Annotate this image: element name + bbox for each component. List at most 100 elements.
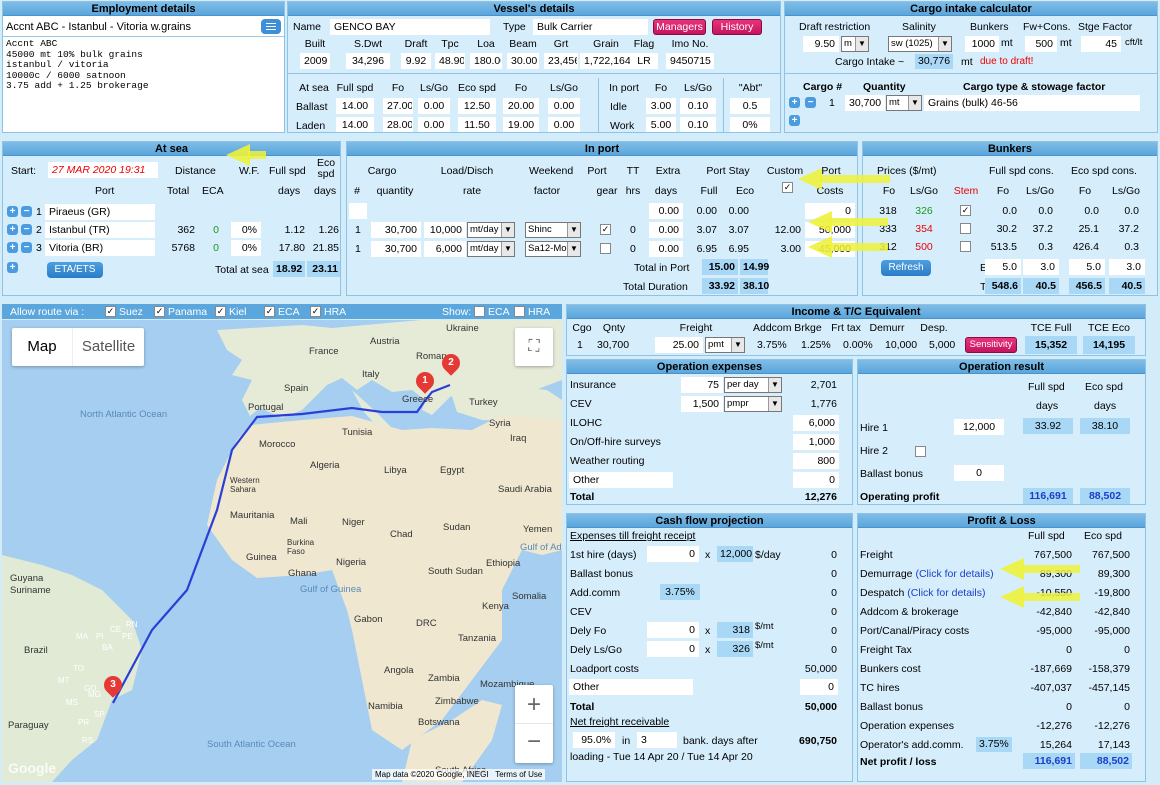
port-input[interactable]: Istanbul (TR) [45, 222, 155, 238]
add-row-icon[interactable]: + [7, 242, 18, 253]
satellite-button[interactable]: Satellite [72, 328, 144, 366]
route-marker-3[interactable]: 3 [100, 672, 126, 698]
cash-other-label[interactable]: Other [569, 679, 693, 695]
opex-total-input[interactable]: 0 [793, 472, 839, 488]
terms-link[interactable]: Terms of Use [495, 770, 542, 779]
speed-value[interactable]: 0.00 [418, 117, 450, 132]
port-cons-value[interactable]: 3.00 [646, 98, 676, 114]
hire2-checkbox[interactable] [915, 446, 926, 457]
stge-input[interactable]: 45 [1081, 36, 1121, 52]
vessel-spec-value[interactable]: 9.92 [401, 53, 431, 69]
details-link[interactable]: (Click for details) [915, 568, 993, 580]
ballast-bonus-input[interactable]: 0 [954, 465, 1004, 481]
demurr-value[interactable]: 10,000 [885, 338, 917, 352]
lsgo-price[interactable]: 354 [911, 222, 937, 236]
vessel-spec-value[interactable]: 48.90 [435, 53, 465, 69]
show-option-checkbox[interactable] [474, 306, 485, 317]
speed-value[interactable]: 20.00 [503, 98, 539, 114]
custom-checkbox[interactable]: ✓ [782, 182, 793, 193]
vessel-spec-value[interactable]: 30.00 [507, 53, 539, 69]
fw-input[interactable]: 500 [1025, 36, 1057, 52]
hire1-input[interactable]: 12,000 [954, 419, 1004, 435]
route-option-checkbox[interactable]: ✓ [154, 306, 165, 317]
opex-other-label[interactable]: Other [569, 472, 673, 488]
stem-checkbox[interactable] [960, 223, 971, 234]
rate-unit-select[interactable]: mt/day ▼ [467, 222, 515, 238]
show-option-checkbox[interactable] [514, 306, 525, 317]
cargo-qty[interactable]: 30,700 [371, 222, 421, 238]
route-option-checkbox[interactable]: ✓ [215, 306, 226, 317]
extra-cons-input[interactable]: 3.0 [1109, 259, 1145, 275]
rate-input[interactable]: 10,000 [424, 222, 466, 238]
opex-unit-select[interactable]: pmpr ▼ [724, 396, 782, 412]
speed-value[interactable]: 19.00 [503, 117, 539, 132]
net-freight-pct[interactable]: 95.0% [573, 732, 615, 748]
zoom-in-icon[interactable]: + [515, 685, 553, 724]
vessel-type[interactable]: Bulk Carrier [533, 19, 648, 35]
rate-unit-select[interactable]: mt/day ▼ [467, 241, 515, 257]
add-cargo-row-icon[interactable]: + [789, 115, 800, 126]
bank-days-input[interactable]: 3 [637, 732, 677, 748]
freight-unit-select[interactable]: pmt ▼ [705, 337, 745, 353]
dely-lsgo-qty[interactable]: 0 [647, 641, 699, 657]
add-cargo-icon[interactable]: + [789, 97, 800, 108]
stem-checkbox[interactable]: ✓ [960, 205, 971, 216]
refresh-button[interactable]: Refresh [881, 260, 931, 276]
vessel-spec-value[interactable]: 9450715 [666, 53, 714, 69]
freight-input[interactable]: 25.00 [655, 337, 703, 353]
add-port-icon[interactable]: + [7, 262, 18, 273]
brkge-value[interactable]: 1.25% [801, 338, 831, 352]
lsgo-price[interactable]: 500 [911, 240, 937, 254]
draft-unit-select[interactable]: m ▼ [841, 36, 869, 52]
opex-unit-select[interactable]: per day ▼ [724, 377, 782, 393]
history-button[interactable]: History [712, 19, 762, 35]
opex-value-input[interactable]: 1,500 [681, 396, 723, 412]
lsgo-price[interactable]: 326 [911, 204, 937, 218]
wf-input[interactable]: 0% [231, 240, 261, 256]
speed-value[interactable]: 14.00 [336, 98, 374, 114]
addcom-value[interactable]: 3.75% [757, 338, 787, 352]
add-row-icon[interactable]: + [7, 206, 18, 217]
stem-checkbox[interactable] [960, 241, 971, 252]
extra-days[interactable]: 0.00 [649, 222, 683, 238]
port-cons-value[interactable]: 0.10 [680, 98, 716, 114]
gear-checkbox[interactable] [600, 243, 611, 254]
gear-checkbox[interactable]: ✓ [600, 224, 611, 235]
opex-total-input[interactable]: 6,000 [793, 415, 839, 431]
opex-value-input[interactable]: 75 [681, 377, 723, 393]
extra-cons-input[interactable]: 5.0 [985, 259, 1021, 275]
zoom-out-icon[interactable]: − [515, 724, 553, 762]
cargo-type-input[interactable]: Grains (bulk) 46-56 [924, 95, 1140, 111]
start-date-input[interactable]: 27 MAR 2020 19:31 [48, 162, 158, 178]
employment-notes[interactable]: Accnt ABC 45000 mt 10% bulk grains istanbu… [6, 38, 149, 92]
route-option-checkbox[interactable]: ✓ [310, 306, 321, 317]
port-input[interactable]: Piraeus (GR) [45, 204, 155, 220]
speed-value[interactable]: 27.00 [383, 98, 413, 114]
speed-value[interactable]: 14.00 [336, 117, 374, 132]
extra-cons-input[interactable]: 3.0 [1023, 259, 1059, 275]
cash-other-input[interactable]: 0 [800, 679, 838, 695]
speed-value[interactable]: 0.00 [548, 98, 580, 114]
vessel-spec-value[interactable]: 1,722,164 [580, 53, 632, 69]
first-hire-rate[interactable]: 12,000 [717, 546, 753, 562]
speed-value[interactable]: 12.50 [458, 98, 496, 114]
extra-days[interactable]: 0.00 [649, 203, 683, 219]
details-link[interactable]: (Click for details) [907, 587, 985, 599]
desp-value[interactable]: 5,000 [929, 338, 955, 352]
route-marker-1[interactable]: 1 [412, 368, 438, 394]
remove-cargo-icon[interactable]: − [805, 97, 816, 108]
speed-value[interactable]: 28.00 [383, 117, 413, 132]
dely-fo-price[interactable]: 318 [717, 622, 753, 638]
rate-input[interactable]: 6,000 [424, 241, 466, 257]
opex-total-input[interactable]: 1,000 [793, 434, 839, 450]
draft-input[interactable]: 9.50 [803, 36, 839, 52]
vessel-spec-value[interactable]: 2009 [300, 53, 330, 69]
cargo-qty-input[interactable]: 30,700 [845, 95, 885, 111]
map-button[interactable]: Map [12, 328, 72, 366]
speed-value[interactable]: 0.00 [548, 117, 580, 132]
speed-value[interactable]: 0.00 [418, 98, 450, 114]
extra-days[interactable]: 0.00 [649, 241, 683, 257]
remove-row-icon[interactable]: − [21, 206, 32, 217]
remove-row-icon[interactable]: − [21, 224, 32, 235]
port-cons-value[interactable]: 5.00 [646, 117, 676, 132]
